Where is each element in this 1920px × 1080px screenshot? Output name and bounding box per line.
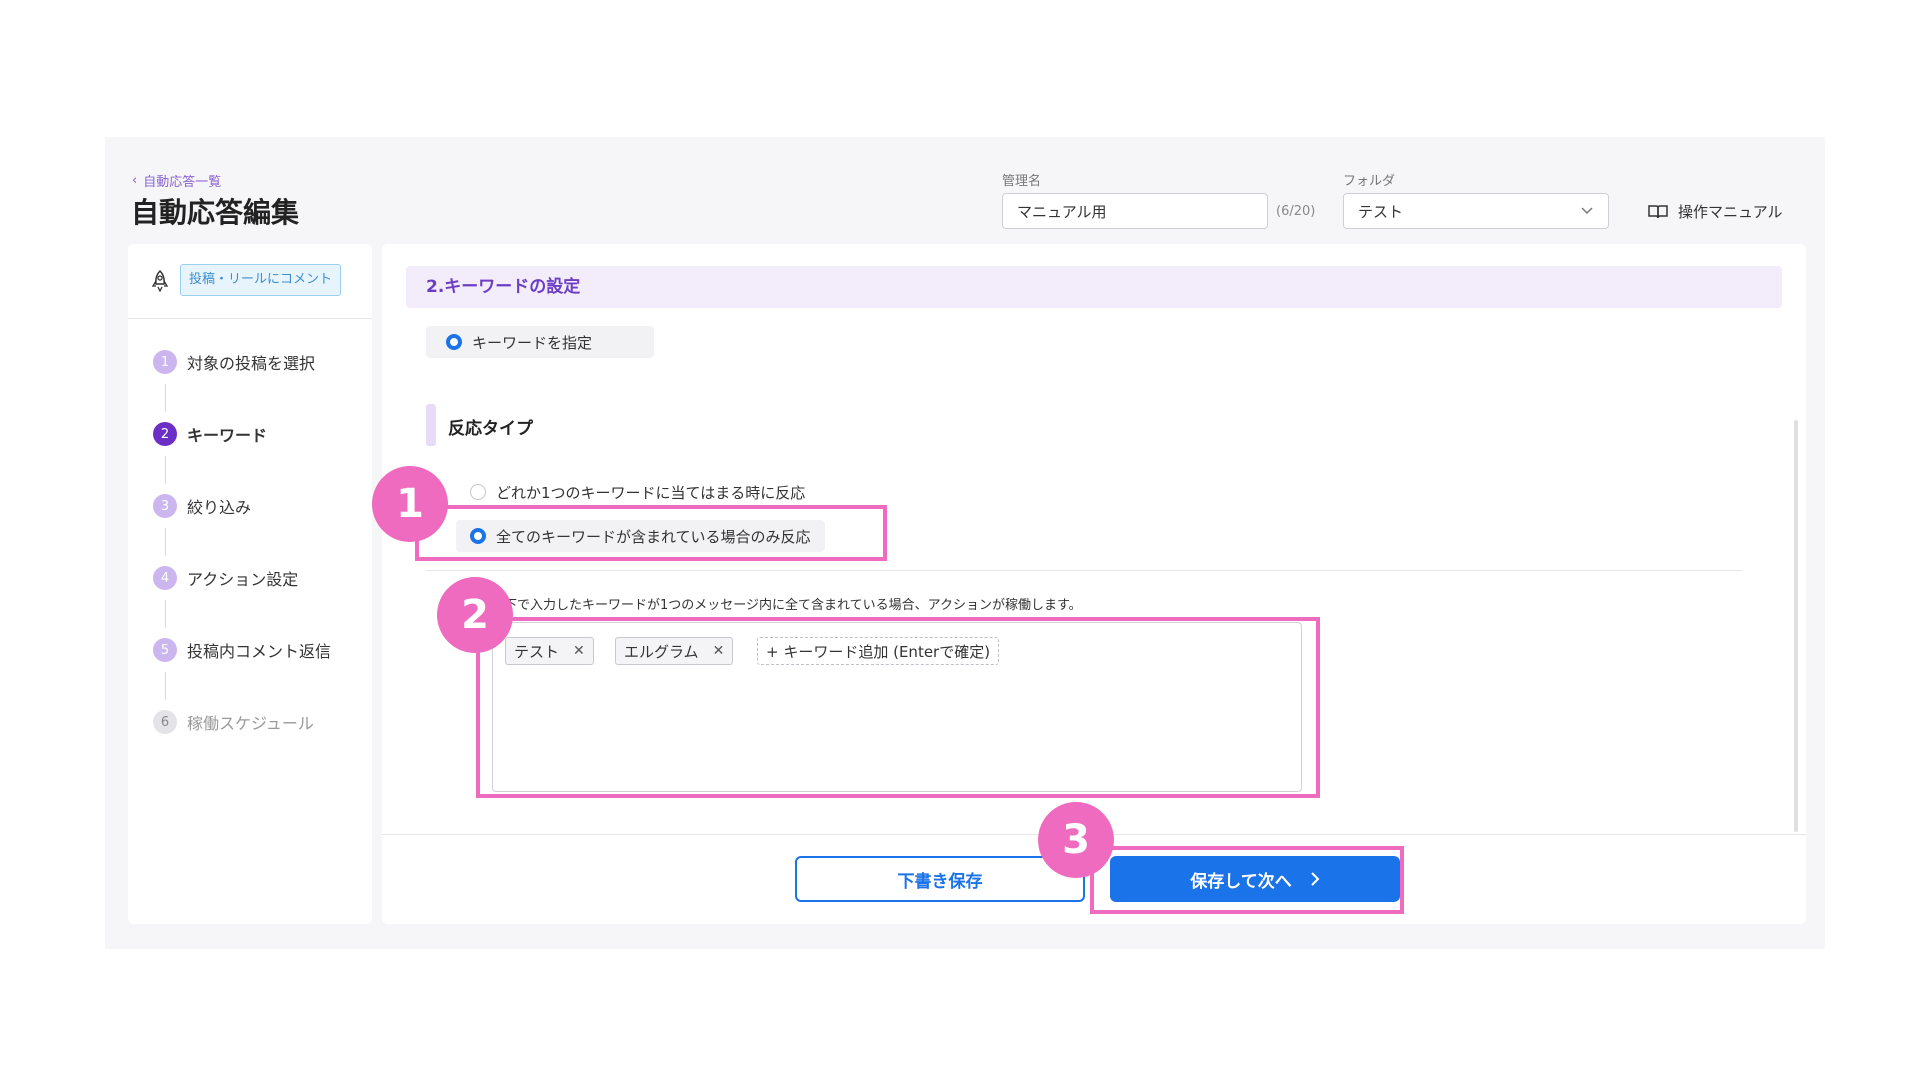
- radio-checked-icon: [446, 334, 462, 350]
- annotation-badge-3: 3: [1038, 802, 1114, 878]
- step-number: 6: [153, 710, 177, 734]
- close-icon[interactable]: ✕: [573, 643, 585, 659]
- save-and-next-label: 保存して次へ: [1190, 871, 1292, 892]
- save-draft-button[interactable]: 下書き保存: [795, 856, 1085, 902]
- name-input[interactable]: [1002, 193, 1268, 229]
- scrollbar[interactable]: [1794, 420, 1798, 832]
- folder-select-value: テスト: [1358, 202, 1404, 221]
- step-number: 1: [153, 350, 177, 374]
- response-option-label: どれか1つのキーワードに当てはまる時に反応: [496, 483, 806, 502]
- manual-link[interactable]: 操作マニュアル: [1648, 201, 1783, 222]
- keyword-chip: エルグラム ✕: [615, 637, 734, 665]
- book-icon: [1648, 204, 1668, 218]
- divider: [426, 570, 1742, 571]
- step-connector: [165, 600, 166, 628]
- chevron-left-icon: ‹: [132, 173, 138, 188]
- name-char-count: (6/20): [1276, 204, 1316, 219]
- chevron-down-icon: [1581, 207, 1593, 215]
- step-item-2[interactable]: 2 キーワード: [153, 422, 267, 446]
- help-text: 下で入力したキーワードが1つのメッセージ内に全て含まれている場合、アクションが稼…: [504, 598, 1082, 613]
- step-label: 投稿内コメント返信: [187, 642, 332, 661]
- back-link-label: 自動応答一覧: [143, 175, 222, 190]
- response-type-title: 反応タイプ: [448, 419, 533, 439]
- step-sidebar: 投稿・リールにコメント 1 対象の投稿を選択 2 キーワード 3 絞り込み 4 …: [128, 244, 372, 924]
- add-keyword-input[interactable]: + キーワード追加 (Enterで確定): [757, 637, 1000, 665]
- step-item-3[interactable]: 3 絞り込み: [153, 494, 251, 518]
- step-connector: [165, 672, 166, 700]
- keyword-chip: テスト ✕: [505, 637, 594, 665]
- step-connector: [165, 384, 166, 412]
- response-option-label: 全てのキーワードが含まれている場合のみ反応: [496, 527, 811, 546]
- annotation-badge-1: 1: [372, 466, 448, 542]
- radio-unchecked-icon: [470, 484, 486, 500]
- keyword-specify-label: キーワードを指定: [472, 333, 593, 352]
- step-item-5[interactable]: 5 投稿内コメント返信: [153, 638, 331, 662]
- step-item-4[interactable]: 4 アクション設定: [153, 566, 298, 590]
- step-connector: [165, 528, 166, 556]
- manual-link-label: 操作マニュアル: [1678, 203, 1783, 221]
- section-title: 2.キーワードの設定: [406, 266, 1782, 308]
- step-label: 絞り込み: [187, 498, 252, 517]
- keyword-chip-label: テスト: [514, 642, 560, 661]
- step-number: 4: [153, 566, 177, 590]
- save-and-next-button[interactable]: 保存して次へ: [1110, 856, 1400, 902]
- response-option-any[interactable]: どれか1つのキーワードに当てはまる時に反応: [456, 476, 819, 508]
- step-label: 稼働スケジュール: [187, 714, 314, 733]
- folder-select[interactable]: テスト: [1343, 193, 1609, 229]
- close-icon[interactable]: ✕: [713, 643, 725, 659]
- keyword-chip-label: エルグラム: [624, 642, 699, 661]
- step-number: 2: [153, 422, 177, 446]
- back-link[interactable]: ‹ 自動応答一覧: [132, 171, 221, 190]
- keyword-specify-option[interactable]: キーワードを指定: [426, 326, 654, 358]
- step-number: 5: [153, 638, 177, 662]
- folder-field-label: フォルダ: [1343, 174, 1396, 189]
- keyword-input-box[interactable]: テスト ✕ エルグラム ✕ + キーワード追加 (Enterで確定): [492, 622, 1302, 792]
- step-number: 3: [153, 494, 177, 518]
- response-option-all[interactable]: 全てのキーワードが含まれている場合のみ反応: [456, 520, 825, 552]
- save-draft-label: 下書き保存: [897, 871, 983, 892]
- annotation-badge-2: 2: [437, 577, 513, 653]
- section-accent-bar: [426, 404, 436, 446]
- step-connector: [165, 456, 166, 484]
- step-label: 対象の投稿を選択: [187, 354, 316, 373]
- radio-checked-icon: [470, 528, 486, 544]
- step-label: アクション設定: [187, 570, 299, 589]
- step-item-1[interactable]: 1 対象の投稿を選択: [153, 350, 315, 374]
- name-field-label: 管理名: [1002, 174, 1042, 189]
- sidebar-header: 投稿・リールにコメント: [128, 244, 372, 319]
- trigger-type-tag: 投稿・リールにコメント: [180, 264, 342, 296]
- page-title: 自動応答編集: [131, 196, 300, 229]
- chevron-right-icon: [1311, 872, 1320, 886]
- step-label: キーワード: [187, 426, 268, 445]
- step-item-6[interactable]: 6 稼働スケジュール: [153, 710, 314, 734]
- rocket-icon: [151, 270, 169, 292]
